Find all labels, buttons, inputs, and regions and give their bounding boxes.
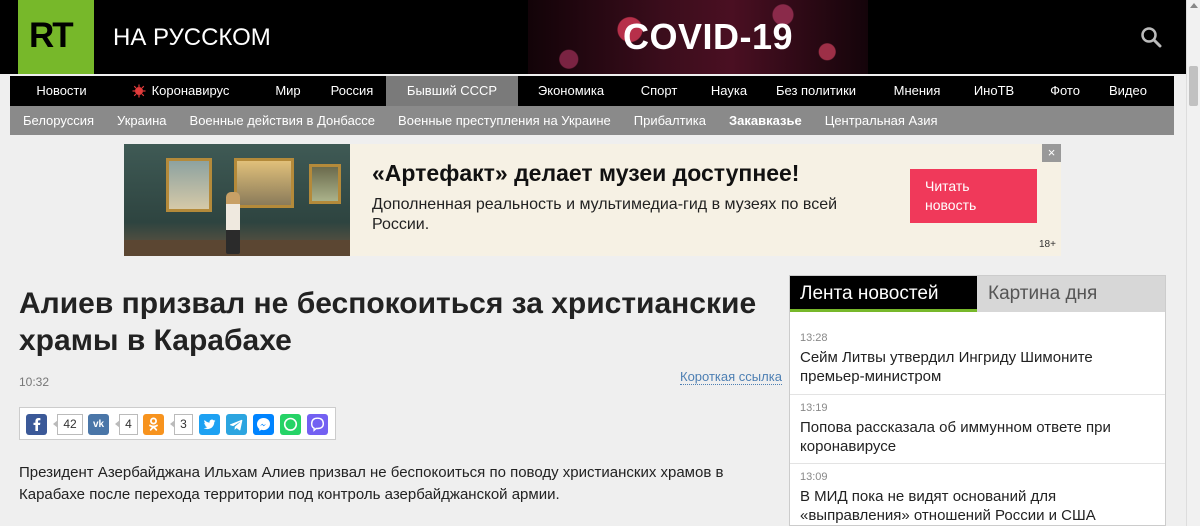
news-time: 13:09 — [800, 471, 828, 483]
tab-news-feed[interactable]: Лента новостей — [790, 276, 977, 312]
nav-item-photo[interactable]: Фото — [1022, 76, 1108, 106]
ad-image-museum[interactable] — [124, 144, 350, 256]
news-time: 13:28 — [800, 332, 828, 344]
nav-item-former-ussr[interactable]: Бывший СССР — [386, 76, 518, 106]
brand-title[interactable]: НА РУССКОМ — [113, 24, 271, 52]
subnav-item-caucasus[interactable]: Закавказье — [729, 106, 802, 135]
close-icon[interactable]: × — [1042, 144, 1061, 162]
nav-item-news[interactable]: Новости — [10, 76, 113, 106]
vk-share-count: 4 — [115, 414, 138, 435]
painting-frame — [234, 158, 294, 208]
odnoklassniki-icon[interactable] — [143, 414, 164, 435]
divider — [790, 463, 1165, 464]
nav-item-sport[interactable]: Спорт — [624, 76, 694, 106]
subnav-item-war-crimes[interactable]: Военные преступления на Украине — [398, 106, 611, 135]
twitter-icon[interactable] — [199, 414, 220, 435]
ad-button-line2: новость — [925, 197, 977, 213]
whatsapp-icon[interactable] — [280, 414, 301, 435]
divider — [790, 394, 1165, 395]
scroll-up-arrow-icon[interactable] — [1190, 3, 1198, 8]
subnav-item-ukraine[interactable]: Украина — [117, 106, 167, 135]
site-header: RT НА РУССКОМ COVID-19 — [0, 0, 1186, 74]
subnav-item-donbass[interactable]: Военные действия в Донбассе — [190, 106, 376, 135]
ad-title[interactable]: «Артефакт» делает музеи доступнее! — [372, 160, 799, 187]
nav-item-video[interactable]: Видео — [1108, 76, 1148, 106]
news-headline[interactable]: В МИД пока не видят оснований для «выпра… — [800, 487, 1160, 525]
article-time: 10:32 — [19, 375, 50, 389]
scroll-thumb[interactable] — [1189, 66, 1198, 106]
facebook-icon[interactable] — [26, 414, 47, 435]
ok-share-count: 3 — [170, 414, 193, 435]
ad-read-button[interactable]: Читать новость — [910, 169, 1037, 223]
ad-text: Дополненная реальность и мультимедиа-гид… — [372, 196, 838, 233]
painting-frame — [309, 164, 341, 204]
covid-banner-text[interactable]: COVID-19 — [623, 16, 793, 58]
search-icon[interactable] — [1140, 26, 1162, 48]
ad-banner[interactable]: «Артефакт» делает музеи доступнее! Допол… — [124, 144, 1061, 256]
nav-item-world[interactable]: Мир — [248, 76, 328, 106]
subnav-item-central-asia[interactable]: Центральная Азия — [825, 106, 938, 135]
article-lead: Президент Азербайджана Ильхам Алиев приз… — [19, 464, 724, 503]
subnav-item-baltics[interactable]: Прибалтика — [634, 106, 706, 135]
nav-item-russia[interactable]: Россия — [328, 76, 376, 106]
logo-text: RT — [29, 16, 74, 55]
article-title: Алиев призвал не беспокоиться за христиа… — [19, 287, 757, 357]
painting-frame — [166, 158, 212, 212]
vk-icon[interactable]: vk — [88, 414, 109, 435]
news-headline[interactable]: Попова рассказала об иммунном ответе при… — [800, 418, 1160, 456]
tab-day-picture[interactable]: Картина дня — [977, 276, 1165, 312]
subnav-item-belarus[interactable]: Белоруссия — [23, 106, 94, 135]
nav-item-opinions[interactable]: Мнения — [868, 76, 966, 106]
telegram-icon[interactable] — [226, 414, 247, 435]
news-time: 13:19 — [800, 402, 828, 414]
share-bar: 42 vk 4 3 — [19, 407, 336, 440]
facebook-share-count: 42 — [53, 414, 83, 435]
nav-item-science[interactable]: Наука — [694, 76, 764, 106]
news-item[interactable]: 13:09 В МИД пока не видят оснований для … — [800, 471, 1160, 525]
virus-icon — [132, 84, 146, 98]
news-item[interactable]: 13:19 Попова рассказала об иммунном отве… — [800, 402, 1160, 456]
nav-item-no-politics[interactable]: Без политики — [764, 76, 868, 106]
short-link[interactable]: Короткая ссылка — [680, 369, 782, 385]
nav-item-economy[interactable]: Экономика — [518, 76, 624, 106]
news-feed-panel: Лента новостей Картина дня 13:28 Сейм Ли… — [789, 275, 1166, 526]
page-scrollbar[interactable] — [1186, 0, 1200, 526]
rt-logo[interactable]: RT — [18, 0, 94, 74]
viber-icon[interactable] — [307, 414, 328, 435]
ad-button-line1: Читать — [925, 178, 970, 194]
news-headline[interactable]: Сейм Литвы утвердил Ингриду Шимоните пре… — [800, 348, 1160, 386]
sub-nav: Белоруссия Украина Военные действия в До… — [10, 106, 1174, 135]
visitor-figure — [226, 192, 240, 254]
news-item[interactable]: 13:28 Сейм Литвы утвердил Ингриду Шимони… — [800, 332, 1160, 386]
messenger-icon[interactable] — [253, 414, 274, 435]
nav-item-inotv[interactable]: ИноТВ — [966, 76, 1022, 106]
nav-item-coronavirus[interactable]: Коронавирус — [113, 76, 248, 106]
age-rating: 18+ — [1039, 239, 1056, 250]
main-nav: Новости Коронавирус Мир Россия Бывший СС… — [10, 76, 1174, 106]
nav-item-coronavirus-label: Коронавирус — [151, 83, 230, 98]
